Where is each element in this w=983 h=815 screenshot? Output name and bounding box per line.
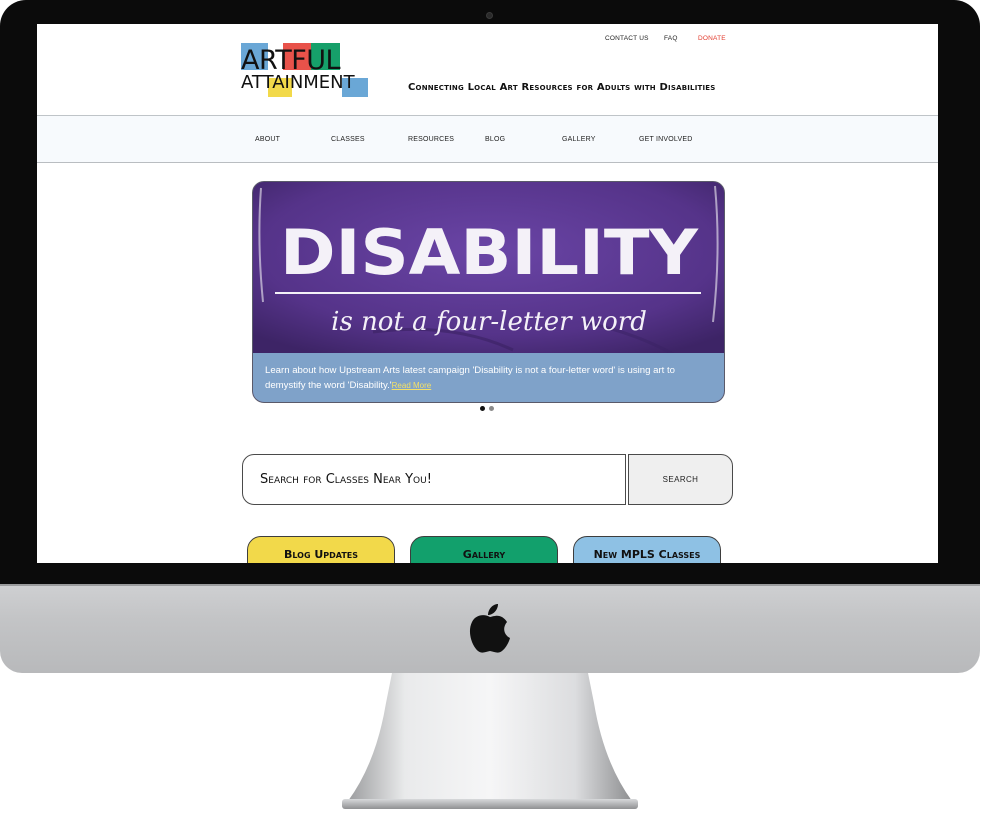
nav-about[interactable]: ABOUT bbox=[255, 136, 280, 143]
nav-gallery[interactable]: GALLERY bbox=[562, 136, 596, 143]
shirt-headline: DISABILITY bbox=[280, 216, 699, 289]
carousel-dot-2[interactable] bbox=[489, 406, 494, 411]
carousel-caption-text: Learn about how Upstream Arts latest cam… bbox=[265, 365, 675, 391]
contact-us-link[interactable]: CONTACT US bbox=[605, 35, 649, 42]
logo-word-artful: ARTFUL bbox=[241, 45, 341, 76]
faq-link[interactable]: FAQ bbox=[664, 35, 678, 42]
nav-resources[interactable]: RESOURCES bbox=[408, 136, 454, 143]
disability-shirt-image: DISABILITY is not a four-letter word bbox=[253, 182, 724, 354]
nav-blog[interactable]: BLOG bbox=[485, 136, 505, 143]
carousel-dot-1[interactable] bbox=[480, 406, 485, 411]
shirt-subline: is not a four-letter word bbox=[331, 307, 647, 337]
website-screen: ARTFUL ATTAINMENT CONTACT US FAQ DONATE … bbox=[37, 24, 938, 563]
artful-attainment-logo[interactable]: ARTFUL ATTAINMENT bbox=[241, 43, 368, 97]
main-nav: ABOUT CLASSES RESOURCES BLOG GALLERY GET… bbox=[37, 116, 938, 163]
utility-links: CONTACT US FAQ DONATE bbox=[37, 35, 938, 47]
blog-updates-button[interactable]: Blog Updates bbox=[247, 536, 395, 563]
apple-logo-icon bbox=[469, 604, 510, 653]
site-tagline: Connecting Local Art Resources for Adult… bbox=[408, 82, 716, 93]
carousel-caption: Learn about how Upstream Arts latest cam… bbox=[253, 353, 724, 402]
logo-word-attainment: ATTAINMENT bbox=[241, 72, 355, 93]
class-search-input[interactable] bbox=[242, 454, 626, 505]
site-header: ARTFUL ATTAINMENT CONTACT US FAQ DONATE … bbox=[37, 24, 938, 116]
hero-carousel[interactable]: DISABILITY is not a four-letter word Lea… bbox=[252, 181, 725, 403]
nav-get-involved[interactable]: GET INVOLVED bbox=[639, 136, 693, 143]
chin-divider bbox=[0, 584, 980, 586]
donate-link[interactable]: DONATE bbox=[698, 35, 726, 42]
nav-classes[interactable]: CLASSES bbox=[331, 136, 365, 143]
new-mpls-classes-button[interactable]: New MPLS Classes bbox=[573, 536, 721, 563]
webcam-icon bbox=[486, 12, 493, 19]
imac-mockup: ARTFUL ATTAINMENT CONTACT US FAQ DONATE … bbox=[0, 0, 983, 815]
monitor-stand bbox=[342, 673, 638, 809]
read-more-link[interactable]: Read More bbox=[392, 381, 432, 390]
search-button[interactable]: SEARCH bbox=[628, 454, 733, 505]
gallery-button[interactable]: Gallery bbox=[410, 536, 558, 563]
